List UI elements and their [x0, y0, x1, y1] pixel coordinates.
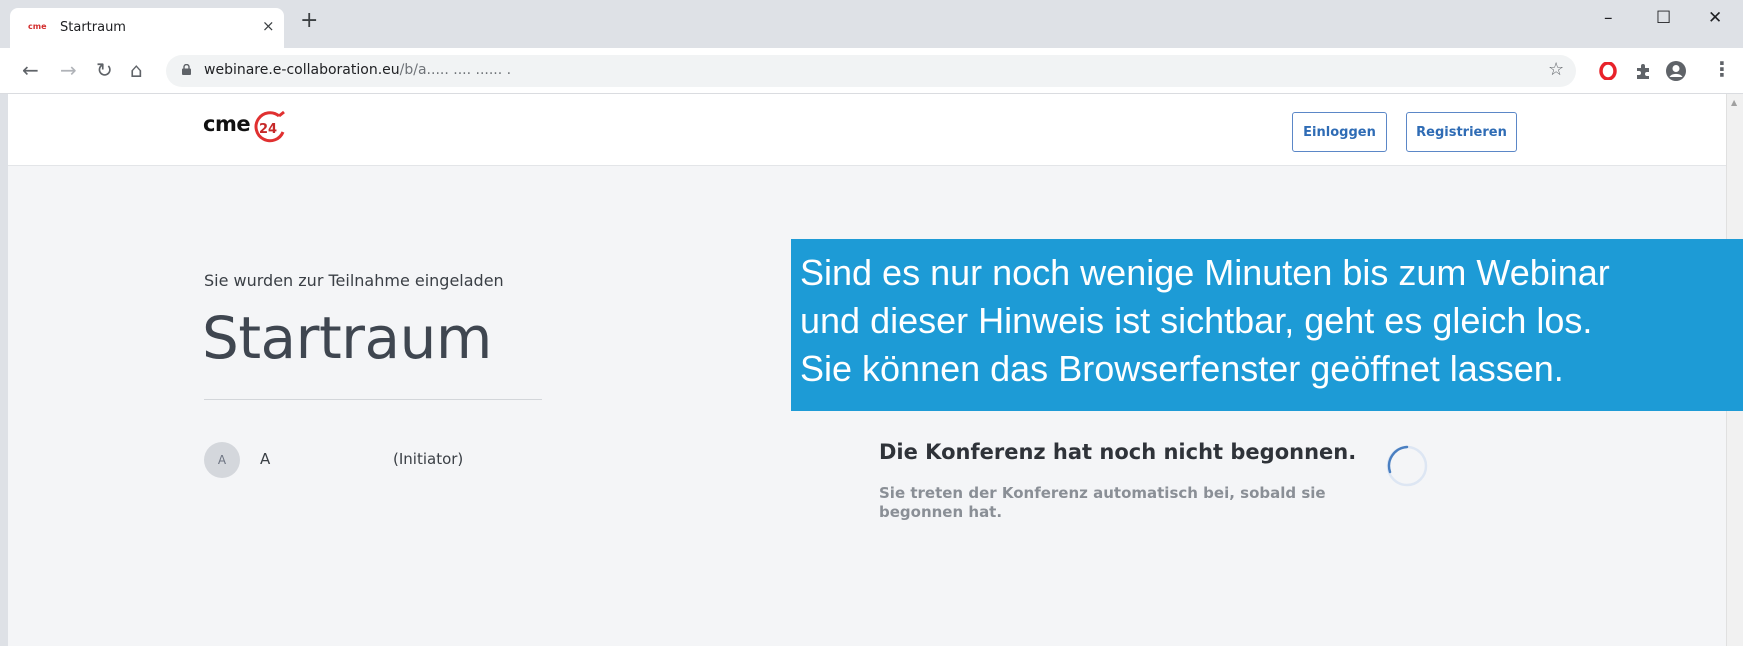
room-title: Startraum	[202, 304, 492, 372]
home-icon[interactable]: ⌂	[130, 59, 143, 81]
browser-tab[interactable]: cme Startraum ×	[10, 8, 284, 48]
new-tab-button[interactable]: +	[300, 10, 318, 32]
menu-icon[interactable]: ⋮	[1712, 58, 1732, 80]
hint-overlay: Sind es nur noch wenige Minuten bis zum …	[791, 239, 1743, 411]
opera-icon[interactable]	[1599, 62, 1617, 80]
maximize-button[interactable]: ☐	[1656, 8, 1671, 28]
participant-role: (Initiator)	[393, 450, 464, 468]
url-text: webinare.e-collaboration.eu/b/a..... ...…	[204, 62, 512, 78]
browser-tab-bar: cme Startraum × + – ☐ ✕	[0, 0, 1743, 48]
avatar: A	[204, 442, 240, 478]
register-button[interactable]: Registrieren	[1406, 112, 1517, 152]
invited-text: Sie wurden zur Teilnahme eingeladen	[204, 271, 504, 290]
minimize-button[interactable]: –	[1604, 8, 1613, 28]
hint-line-2: und dieser Hinweis ist sichtbar, geht es…	[800, 300, 1593, 341]
conference-status-subtitle: Sie treten der Konferenz automatisch bei…	[879, 484, 1326, 521]
close-window-button[interactable]: ✕	[1708, 8, 1722, 28]
cme24-logo-icon: 24	[254, 110, 285, 143]
address-bar[interactable]: webinare.e-collaboration.eu/b/a..... ...…	[166, 55, 1576, 87]
tab-close-icon[interactable]: ×	[262, 17, 275, 35]
back-arrow-icon[interactable]: ←	[22, 59, 39, 81]
login-button[interactable]: Einloggen	[1292, 112, 1387, 152]
svg-text:24: 24	[259, 122, 277, 137]
loading-spinner-icon	[1386, 445, 1428, 487]
reload-icon[interactable]: ↻	[96, 59, 113, 81]
hint-line-3: Sie können das Browserfenster geöffnet l…	[800, 348, 1564, 389]
bookmark-star-icon[interactable]: ☆	[1548, 59, 1564, 80]
extensions-icon[interactable]	[1634, 62, 1652, 80]
tab-title: Startraum	[60, 20, 126, 35]
lock-icon	[182, 64, 191, 75]
conference-status-title: Die Konferenz hat noch nicht begonnen.	[879, 440, 1357, 464]
scroll-up-arrow-icon[interactable]: ▲	[1731, 98, 1737, 107]
profile-icon[interactable]	[1665, 60, 1687, 82]
cme-favicon-icon: cme	[28, 22, 47, 31]
browser-toolbar: ← → ↻ ⌂ webinare.e-collaboration.eu/b/a.…	[0, 48, 1743, 94]
site-header: cme 24 Einloggen Registrieren	[8, 94, 1734, 166]
hint-line-1: Sind es nur noch wenige Minuten bis zum …	[800, 252, 1610, 293]
participant-name: A	[260, 450, 271, 468]
divider	[204, 399, 542, 400]
forward-arrow-icon[interactable]: →	[60, 59, 77, 81]
